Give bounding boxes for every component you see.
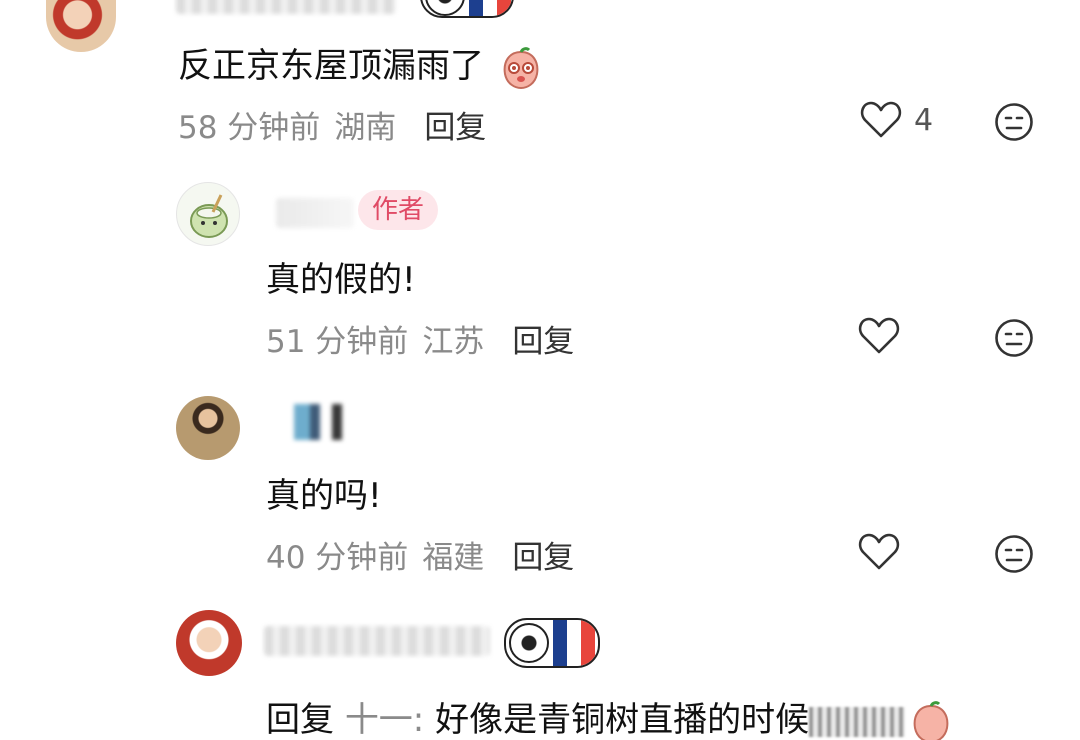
soccer-ball-icon bbox=[425, 0, 465, 16]
avatar[interactable] bbox=[176, 182, 240, 246]
reply-button[interactable]: 回复 bbox=[424, 110, 486, 146]
username-blurred[interactable] bbox=[276, 198, 354, 228]
comment-text: 真的假的! bbox=[266, 260, 416, 300]
like-button[interactable]: 4 bbox=[860, 100, 933, 140]
heart-icon bbox=[860, 101, 902, 138]
peach-sticker-icon bbox=[913, 700, 949, 740]
comment-location: 江苏 bbox=[422, 324, 485, 360]
comment-time: 40 分钟前 bbox=[266, 540, 409, 576]
comment-time: 51 分钟前 bbox=[266, 324, 409, 360]
like-count: 4 bbox=[914, 102, 934, 138]
username-blurred[interactable] bbox=[276, 404, 346, 440]
author-badge: 作者 bbox=[358, 190, 439, 230]
comment-text: 回复 十一: 好像是青铜树直播的时候 bbox=[266, 692, 953, 740]
reply-target[interactable]: 十一: bbox=[345, 700, 424, 740]
blurred-text bbox=[809, 706, 906, 737]
like-button[interactable] bbox=[858, 532, 900, 572]
comment-location: 湖南 bbox=[334, 110, 397, 146]
comment-meta: 40 分钟前 福建 回复 bbox=[266, 532, 574, 577]
comment-thread: 反正京东屋顶漏雨了 58 分钟前 湖南 回复 4 作者 真的假的! 51 分钟前… bbox=[0, 0, 1080, 740]
heart-icon bbox=[858, 317, 900, 354]
reply-body: 好像是青铜树直播的时候 bbox=[435, 700, 810, 740]
heart-icon bbox=[858, 533, 900, 570]
coconut-avatar-icon bbox=[190, 194, 228, 238]
comment-text: 真的吗! bbox=[266, 476, 382, 516]
username-blurred[interactable] bbox=[176, 0, 396, 14]
comment-location: 福建 bbox=[422, 540, 485, 576]
soccer-ball-icon bbox=[509, 623, 549, 663]
avatar[interactable] bbox=[176, 610, 242, 676]
reply-prefix: 回复 bbox=[266, 700, 334, 740]
peach-sticker-icon bbox=[503, 46, 539, 89]
avatar[interactable] bbox=[46, 0, 116, 52]
team-badge bbox=[504, 618, 600, 668]
like-button[interactable] bbox=[858, 316, 900, 356]
comment-meta: 58 分钟前 湖南 回复 bbox=[178, 102, 486, 147]
reply-button[interactable]: 回复 bbox=[512, 540, 574, 576]
comment-text: 反正京东屋顶漏雨了 bbox=[178, 38, 543, 90]
expressionless-face-icon[interactable] bbox=[994, 534, 1034, 574]
expressionless-face-icon[interactable] bbox=[994, 102, 1034, 142]
comment-meta: 51 分钟前 江苏 回复 bbox=[266, 316, 574, 361]
username-blurred[interactable] bbox=[264, 626, 490, 656]
comment-time: 58 分钟前 bbox=[178, 110, 321, 146]
expressionless-face-icon[interactable] bbox=[994, 318, 1034, 358]
reply-button[interactable]: 回复 bbox=[512, 324, 574, 360]
team-badge bbox=[420, 0, 514, 18]
avatar[interactable] bbox=[176, 396, 240, 460]
